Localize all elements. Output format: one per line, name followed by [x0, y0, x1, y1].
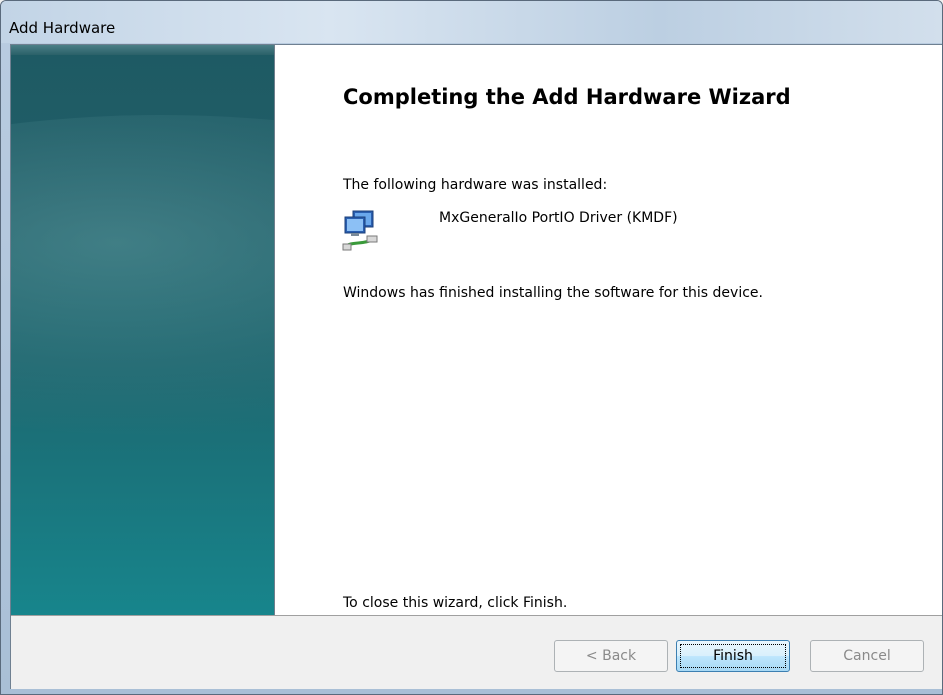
finish-button-label: Finish — [713, 648, 753, 664]
title-bar[interactable]: Add Hardware — [1, 1, 942, 43]
banner-swoosh-graphic — [11, 115, 274, 435]
installed-device-name: MxGeneralIo PortIO Driver (KMDF) — [439, 210, 678, 226]
finish-button[interactable]: Finish — [676, 640, 790, 672]
add-hardware-window: Add Hardware Completing the Add Hardware… — [0, 0, 943, 695]
installed-hardware-label: The following hardware was installed: — [343, 177, 608, 193]
cancel-button-label: Cancel — [843, 648, 891, 664]
button-area-separator — [11, 615, 942, 616]
install-finished-message: Windows has finished installing the soft… — [343, 285, 763, 301]
window-title: Add Hardware — [9, 19, 116, 37]
wizard-client-area: Completing the Add Hardware Wizard The f… — [10, 44, 942, 689]
network-adapter-icon — [342, 210, 378, 251]
cancel-button[interactable]: Cancel — [810, 640, 924, 672]
close-wizard-hint: To close this wizard, click Finish. — [343, 595, 568, 611]
wizard-side-banner — [11, 45, 275, 615]
back-button-label: < Back — [585, 648, 637, 664]
wizard-content-panel: Completing the Add Hardware Wizard The f… — [275, 45, 942, 615]
back-button[interactable]: < Back — [554, 640, 668, 672]
wizard-heading: Completing the Add Hardware Wizard — [343, 85, 791, 109]
banner-top-band — [11, 45, 274, 55]
